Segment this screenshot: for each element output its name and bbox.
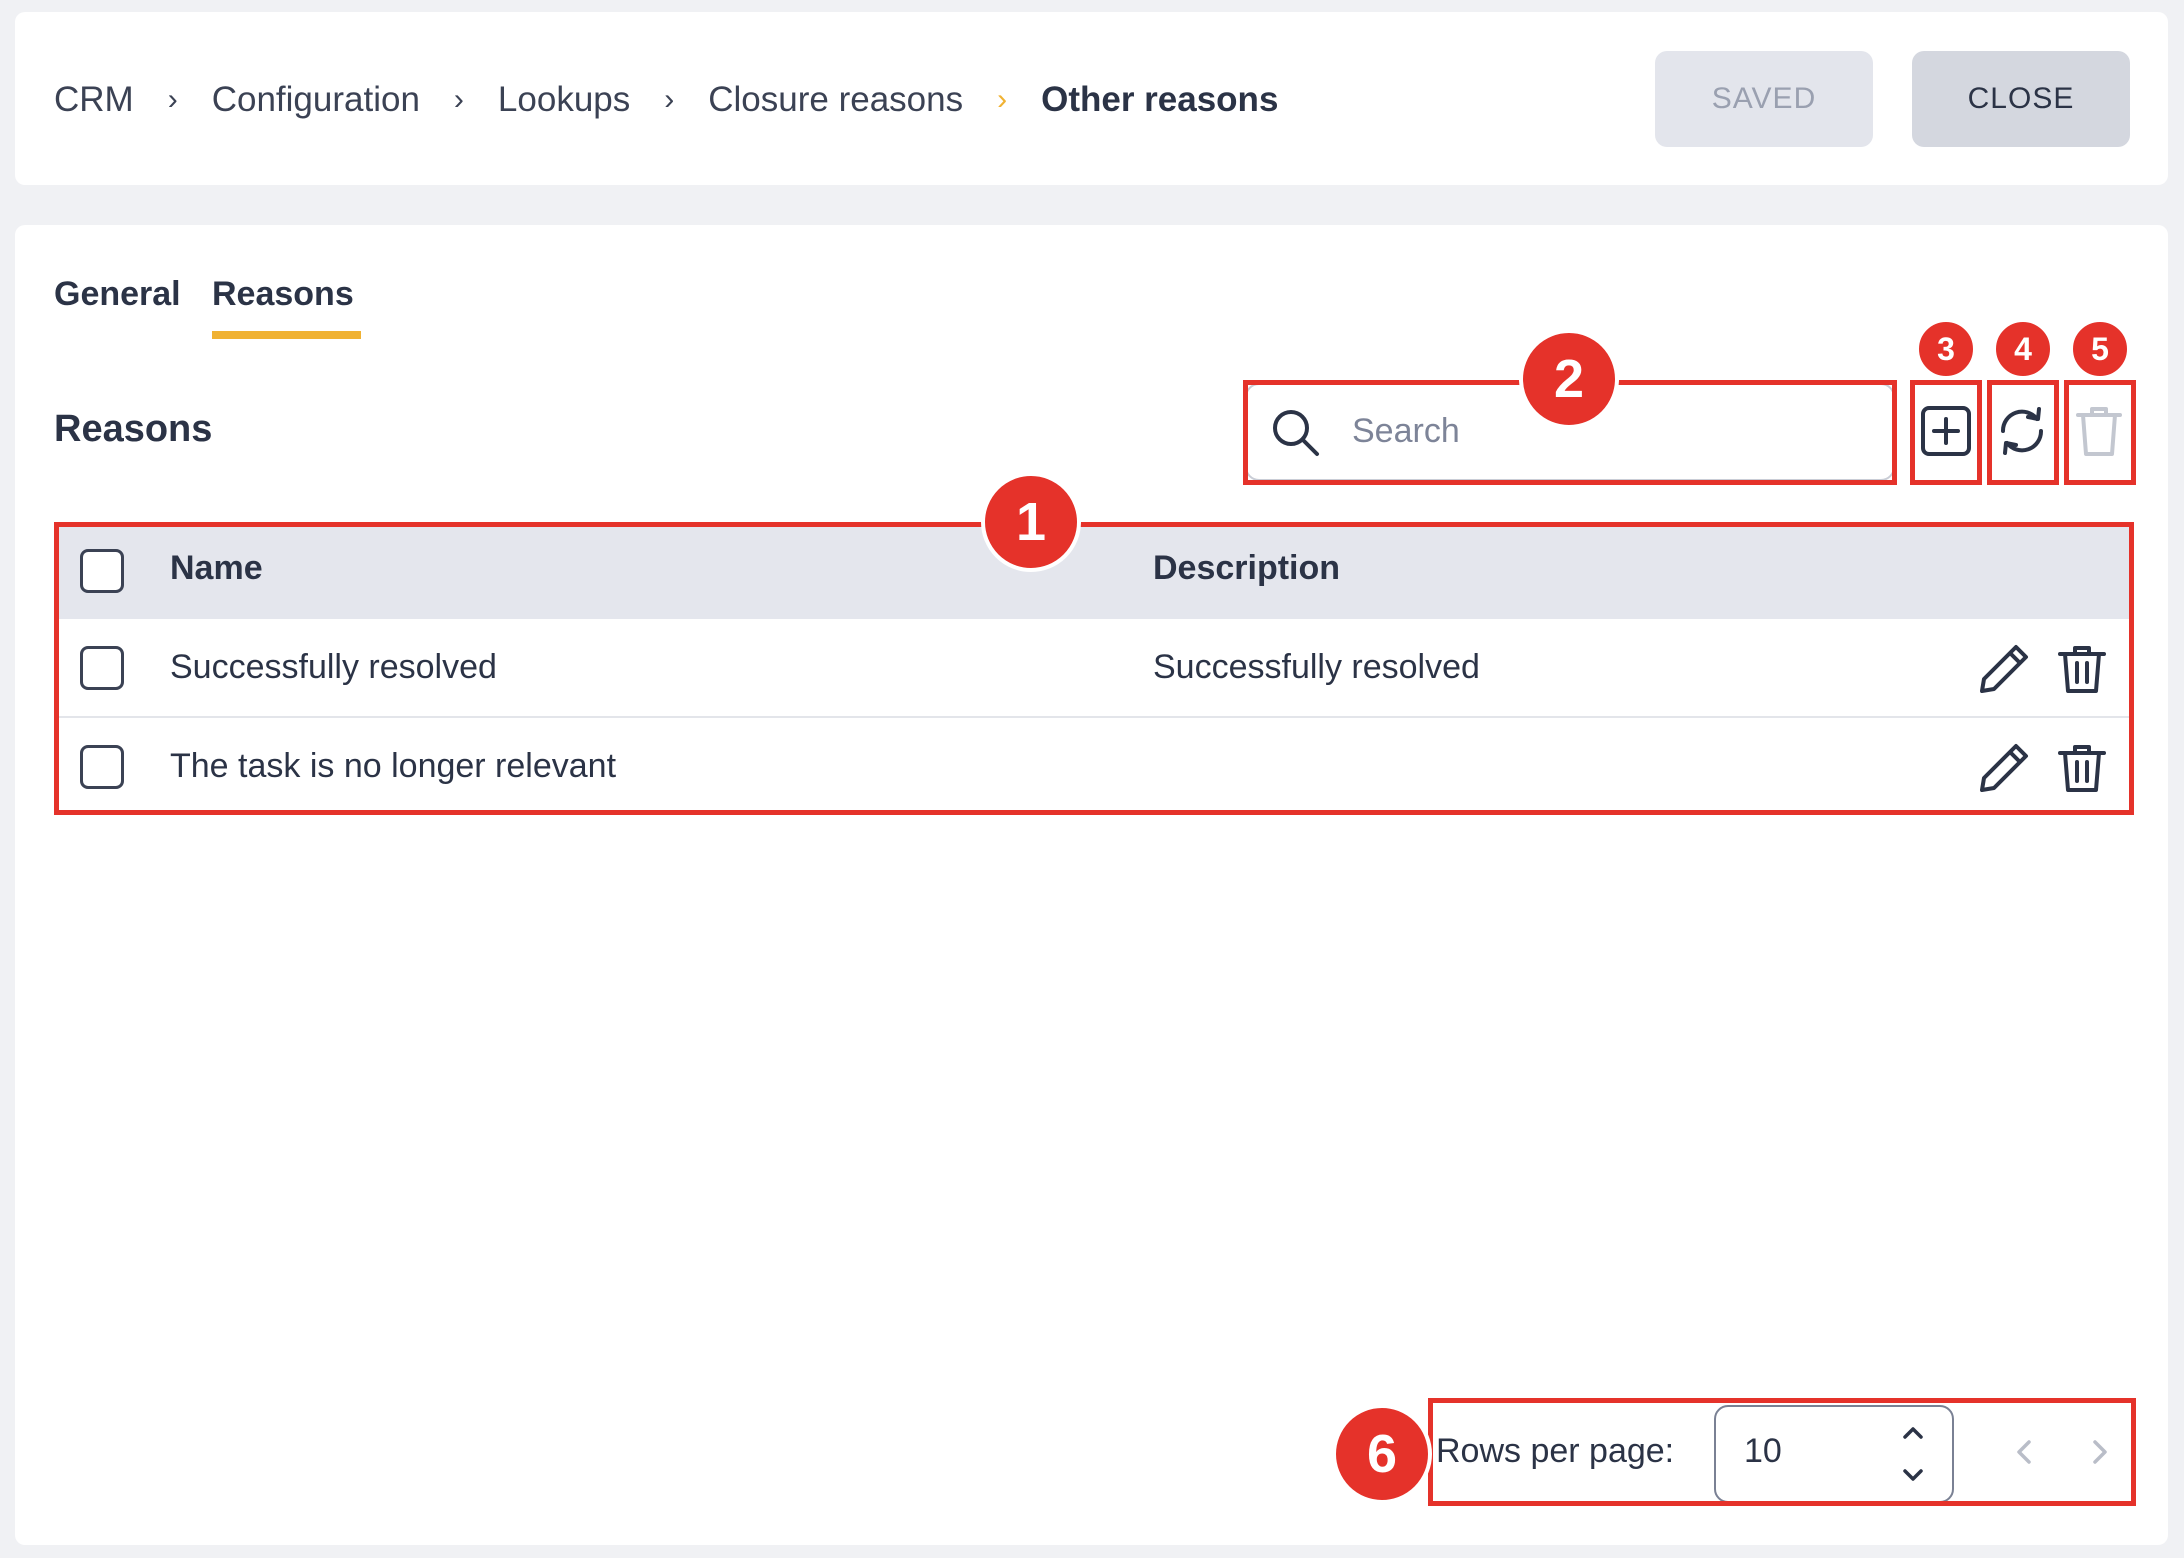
annotation-badge-6: 6: [1332, 1404, 1432, 1504]
saved-button[interactable]: SAVED: [1655, 51, 1873, 147]
chevron-right-icon: ›: [664, 83, 675, 116]
annotation-box-delete: [2064, 380, 2136, 485]
annotation-badge-5: 5: [2069, 318, 2131, 380]
active-tab-indicator: [212, 331, 361, 339]
breadcrumb-item-closure-reasons[interactable]: Closure reasons: [708, 80, 963, 120]
annotation-badge-1: 1: [981, 472, 1081, 572]
tab-reasons[interactable]: Reasons: [212, 272, 354, 316]
annotation-box-pagination: [1428, 1398, 2136, 1506]
breadcrumb: CRM › Configuration › Lookups › Closure …: [54, 78, 1278, 122]
tab-general[interactable]: General: [54, 272, 181, 316]
chevron-right-icon: ›: [453, 83, 464, 116]
annotation-badge-2: 2: [1519, 329, 1619, 429]
breadcrumb-item-lookups[interactable]: Lookups: [498, 80, 630, 120]
annotation-box-table: [54, 522, 2134, 815]
close-button[interactable]: CLOSE: [1912, 51, 2130, 147]
chevron-right-icon: ›: [167, 83, 178, 116]
breadcrumb-item-crm[interactable]: CRM: [54, 80, 134, 120]
annotation-badge-4: 4: [1992, 318, 2054, 380]
section-title: Reasons: [54, 408, 213, 450]
annotation-box-add: [1910, 380, 1982, 485]
chevron-right-icon: ›: [997, 83, 1008, 116]
breadcrumb-item-configuration[interactable]: Configuration: [212, 80, 420, 120]
annotation-badge-3: 3: [1915, 318, 1977, 380]
annotation-box-refresh: [1987, 380, 2059, 485]
breadcrumb-current: Other reasons: [1041, 80, 1279, 119]
